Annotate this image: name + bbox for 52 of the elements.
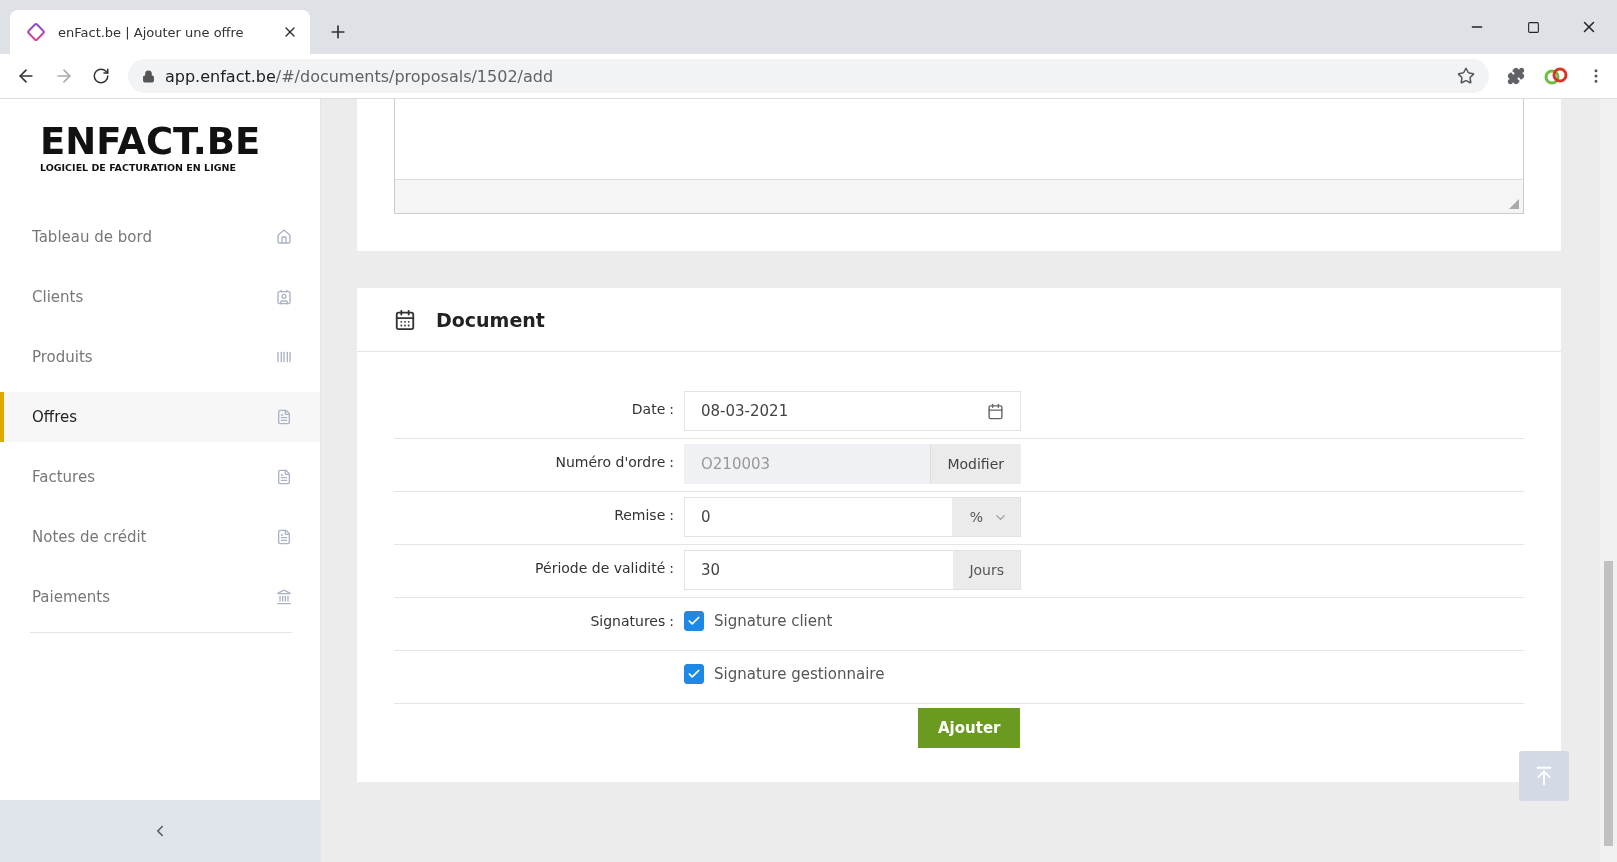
label-colon: : <box>669 400 674 417</box>
checkbox-label: Signature gestionnaire <box>714 665 885 683</box>
sidebar-item[interactable]: Paiements <box>0 572 320 622</box>
url-text: app.enfact.be/#/documents/proposals/1502/add <box>165 66 555 86</box>
star-icon[interactable] <box>1457 67 1475 85</box>
sidebar-item[interactable]: Offres <box>0 392 320 442</box>
calendar-icon <box>394 308 416 331</box>
calendar-icon <box>987 402 1004 420</box>
address-bar[interactable]: app.enfact.be/#/documents/proposals/1502/add <box>128 59 1489 93</box>
field-label: Date <box>631 400 666 417</box>
document-icon <box>276 409 292 425</box>
validity-input-group[interactable]: 30 Jours <box>684 550 1021 590</box>
sidebar-item[interactable]: Factures <box>0 452 320 502</box>
checkbox-label: Signature client <box>714 612 833 630</box>
unit-addon: Jours <box>953 551 1020 589</box>
sidebar-item[interactable]: Notes de crédit <box>0 512 320 562</box>
sidebar-item[interactable]: Produits <box>0 332 320 382</box>
check-icon <box>687 667 701 681</box>
home-icon <box>276 229 292 245</box>
contact-book-icon <box>276 289 292 305</box>
label-colon: : <box>669 453 674 470</box>
label-colon: : <box>669 559 674 576</box>
checkbox[interactable] <box>684 664 704 684</box>
field-label: Remise <box>614 506 666 523</box>
puzzle-icon[interactable] <box>1507 67 1525 85</box>
unit-select[interactable]: % <box>951 498 1020 536</box>
card-title: Document <box>436 308 545 331</box>
barcode-icon <box>276 349 292 365</box>
diamond-logo-icon <box>26 22 46 42</box>
reload-icon[interactable] <box>92 67 110 85</box>
resize-handle-icon[interactable] <box>1509 199 1519 209</box>
rings-icon[interactable] <box>1543 66 1569 86</box>
check-icon <box>687 614 701 628</box>
discount-input-group[interactable]: 0 % <box>684 497 1021 537</box>
sidebar-item[interactable]: Tableau de bord <box>0 212 320 262</box>
sidebar-item[interactable]: Clients <box>0 272 320 322</box>
tab-title: enFact.be | Ajouter une offre <box>58 24 245 40</box>
logo-subtitle: LOGICIEL DE FACTURATION EN LIGNE <box>40 162 237 173</box>
scrollbar[interactable] <box>1600 99 1617 862</box>
document-icon <box>276 529 292 545</box>
label-colon: : <box>669 506 674 523</box>
field-label: Période de validité <box>535 559 666 576</box>
label-colon: : <box>669 612 674 629</box>
logo-title: ENFACT.BE <box>40 123 262 160</box>
field-label: Signatures <box>590 612 666 629</box>
date-input-group[interactable]: 08-03-2021 <box>684 391 1021 431</box>
document-icon <box>276 469 292 485</box>
checkbox[interactable] <box>684 611 704 631</box>
browser-tab[interactable]: enFact.be | Ajouter une offre <box>10 10 310 54</box>
lock-icon <box>142 69 155 83</box>
bank-icon <box>276 589 292 605</box>
field-label: Numéro d'ordre <box>555 453 666 470</box>
